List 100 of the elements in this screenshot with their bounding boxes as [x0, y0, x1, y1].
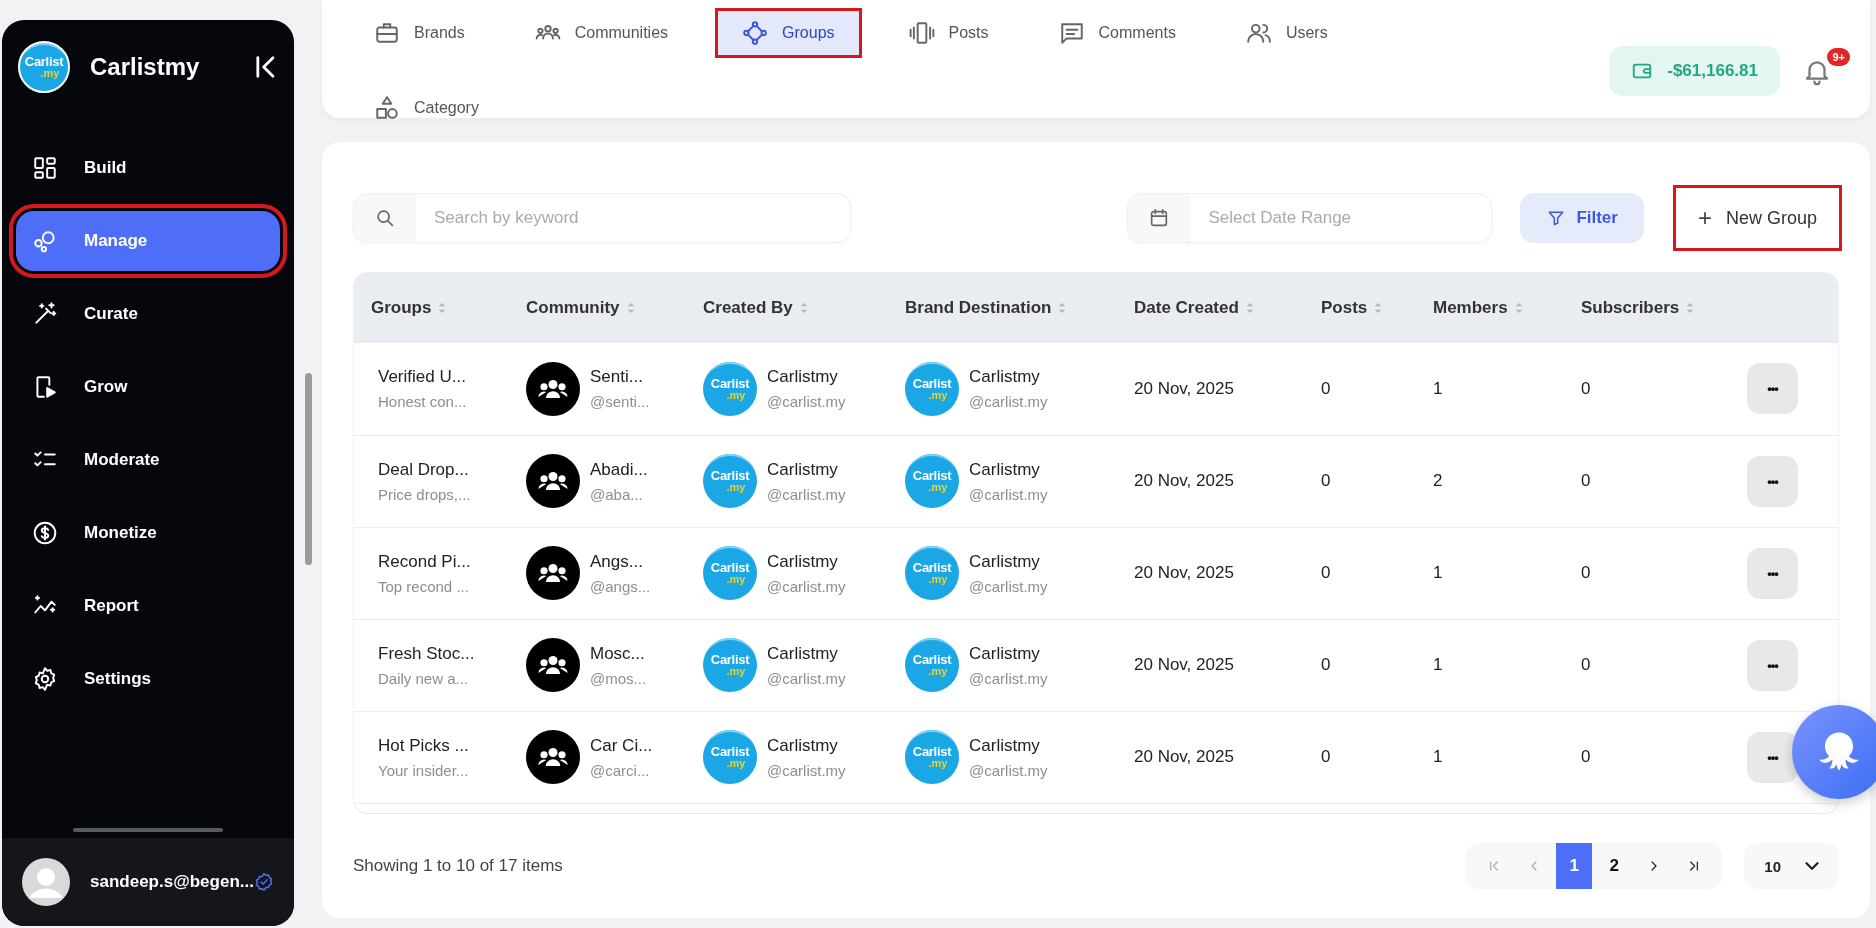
nav-item[interactable]: Monetize	[16, 503, 280, 563]
avatar-icon	[22, 858, 70, 906]
sort-icon	[1513, 302, 1524, 314]
account-name: Carlistmy	[767, 735, 839, 756]
tab-label: Brands	[414, 24, 465, 42]
column-header[interactable]: Groups	[354, 273, 509, 343]
nav-tab[interactable]: Category	[354, 89, 499, 127]
nav-tab[interactable]: Groups	[718, 11, 859, 55]
sort-icon	[1685, 302, 1696, 314]
account-name: Carlistmy	[969, 735, 1041, 756]
new-group-button[interactable]: + New Group	[1675, 188, 1839, 248]
group-name: Hot Picks ...	[378, 735, 470, 756]
count-text: 1	[1433, 747, 1443, 766]
nav-tab[interactable]: Users	[1225, 14, 1348, 52]
vibrating-phone-icon	[908, 20, 935, 46]
logo-text: Carlist	[710, 376, 750, 390]
nav-item[interactable]: Moderate	[16, 430, 280, 490]
nav-item[interactable]: Settings	[16, 649, 280, 709]
tab-label: Users	[1285, 24, 1328, 42]
nav-label: Settings	[84, 669, 152, 689]
page-size-select[interactable]: 10	[1744, 843, 1839, 889]
more-button[interactable]: •••	[1747, 363, 1798, 415]
account-name: Carlistmy	[969, 459, 1041, 480]
search-icon	[374, 207, 396, 229]
date-text: 20 Nov, 2025	[1134, 378, 1234, 398]
community-name: Mosc...	[590, 643, 646, 664]
page-button[interactable]: 1	[1556, 843, 1593, 889]
date-range-field[interactable]: Select Date Range	[1127, 193, 1493, 243]
date-range-input[interactable]: Select Date Range	[1190, 208, 1492, 228]
column-header[interactable]: Date Created	[1117, 273, 1304, 343]
group-description: Top recond ...	[378, 577, 470, 595]
briefcase-icon	[374, 20, 400, 46]
community-avatar-icon	[526, 361, 580, 416]
user-panel[interactable]: sandeep.s@begen...	[2, 838, 294, 926]
date-text: 20 Nov, 2025	[1134, 747, 1234, 766]
more-button[interactable]: •••	[1747, 547, 1798, 599]
column-header[interactable]: Brand Destination	[888, 273, 1117, 343]
more-button[interactable]: •••	[1747, 639, 1798, 691]
logo-text: .my	[726, 389, 746, 401]
nav-label: Grow	[84, 377, 128, 397]
date-text: 20 Nov, 2025	[1134, 563, 1234, 582]
sort-icon	[1244, 302, 1255, 314]
sort-icon	[625, 302, 636, 314]
group-description: Your insider...	[378, 761, 470, 779]
nav-item[interactable]: Build	[16, 138, 280, 198]
logo-text: .my	[726, 482, 746, 493]
scrollbar-thumb[interactable]	[304, 373, 312, 565]
account-handle: @carlist.my	[969, 761, 1048, 779]
column-header[interactable]: Created By	[686, 273, 888, 343]
column-header[interactable]: Subscribers	[1564, 273, 1724, 343]
filter-button[interactable]: Filter	[1520, 193, 1644, 243]
page-button[interactable]: 2	[1596, 843, 1633, 889]
nav-item[interactable]: Report	[16, 576, 280, 636]
account-handle: @carlist.my	[969, 485, 1048, 503]
community-handle: @carci...	[590, 761, 651, 779]
date-text: 20 Nov, 2025	[1134, 471, 1234, 490]
count-text: 0	[1321, 655, 1331, 674]
search-field[interactable]: Search by keyword	[353, 193, 851, 243]
account-handle: @carlist.my	[767, 577, 846, 595]
account-name: Carlistmy	[969, 551, 1041, 572]
account-handle: @carlist.my	[969, 669, 1048, 687]
nav-tab[interactable]: Comments	[1038, 14, 1196, 52]
nav-item[interactable]: Curate	[16, 284, 280, 344]
account-name: Carlistmy	[767, 367, 839, 388]
nav-tab[interactable]: Brands	[354, 14, 485, 52]
shapes-icon	[374, 95, 400, 121]
logo-text: .my	[928, 758, 948, 769]
column-header[interactable]: Community	[509, 273, 686, 343]
logo-text: Carlist	[912, 376, 952, 390]
nav-label: Curate	[84, 304, 138, 324]
more-button[interactable]: •••	[1747, 455, 1798, 507]
count-text: 0	[1321, 747, 1331, 766]
sort-icon	[437, 302, 448, 314]
dollar-circle-icon	[32, 520, 58, 546]
logo-text: Carlist	[912, 469, 952, 482]
notification-button[interactable]: 9+	[1802, 46, 1850, 96]
tab-label: Comments	[1098, 24, 1176, 42]
community-handle: @angs...	[590, 577, 651, 595]
balance-amount: -$61,166.81	[1667, 61, 1758, 81]
community-handle: @senti...	[590, 393, 650, 411]
account-name: Carlistmy	[767, 459, 839, 480]
nav-item[interactable]: Grow	[16, 357, 280, 417]
account-name: Carlistmy	[767, 643, 839, 664]
logo-text: Carlist	[710, 469, 750, 482]
account-handle: @carlist.my	[767, 669, 846, 687]
count-text: 2	[1433, 471, 1443, 490]
group-name: Deal Drop...	[378, 459, 470, 480]
logo-text: Carlist	[912, 745, 952, 758]
logo-text: .my	[928, 574, 948, 585]
column-header[interactable]: Posts	[1304, 273, 1416, 343]
column-header[interactable]: Members	[1416, 273, 1564, 343]
community-avatar-icon	[526, 454, 580, 508]
account-name: Carlistmy	[969, 643, 1041, 664]
search-input[interactable]: Search by keyword	[416, 208, 850, 228]
group-description: Honest con...	[378, 393, 468, 411]
logo-text: Carlist	[710, 653, 750, 666]
count-text: 0	[1581, 747, 1591, 766]
more-button[interactable]: •••	[1747, 731, 1798, 783]
nav-tab[interactable]: Posts	[888, 14, 1009, 52]
nav-tab[interactable]: Communities	[514, 14, 689, 52]
